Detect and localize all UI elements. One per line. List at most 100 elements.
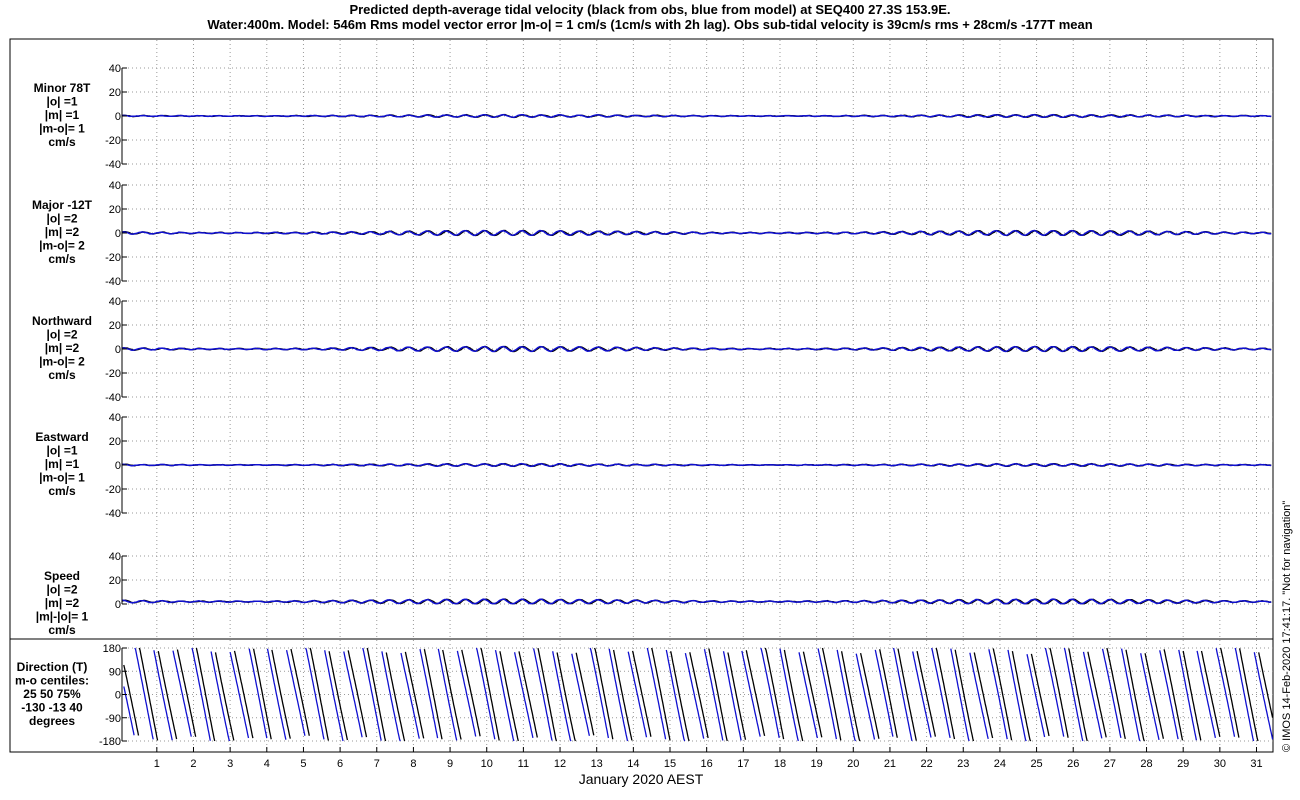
panel-label-line: Major -12T bbox=[32, 198, 93, 212]
panel-label-line: |m| =2 bbox=[45, 596, 80, 610]
x-tick-label: 18 bbox=[774, 758, 786, 770]
y-tick-label: 0 bbox=[115, 460, 121, 472]
x-tick-label: 11 bbox=[518, 758, 529, 770]
panel-label-line: 25 50 75% bbox=[23, 687, 81, 701]
y-tick-label: 0 bbox=[115, 599, 121, 611]
y-tick-label: -40 bbox=[105, 508, 121, 520]
y-tick-label: -20 bbox=[105, 368, 121, 380]
x-axis-label: January 2020 AEST bbox=[579, 771, 704, 787]
panel-label-line: Direction (T) bbox=[17, 660, 88, 674]
x-tick-label: 19 bbox=[811, 758, 823, 770]
panel-label-line: |m| =1 bbox=[45, 457, 80, 471]
x-tick-label: 3 bbox=[227, 758, 233, 770]
x-tick-label: 1 bbox=[154, 758, 160, 770]
y-tick-label: -90 bbox=[105, 713, 121, 725]
panel-label-line: |o| =2 bbox=[46, 212, 77, 226]
y-tick-label: 20 bbox=[109, 320, 121, 332]
panel-label-line: cm/s bbox=[48, 368, 76, 382]
panel-label-line: cm/s bbox=[48, 252, 76, 266]
y-tick-label: 90 bbox=[109, 666, 121, 678]
y-tick-label: 40 bbox=[109, 296, 121, 308]
panel-2-model-line bbox=[121, 345, 1272, 353]
panel-label-line: |m| =2 bbox=[45, 225, 80, 239]
panel-1-model-line bbox=[121, 229, 1272, 237]
y-tick-label: 180 bbox=[103, 643, 121, 655]
y-tick-label: 0 bbox=[115, 111, 121, 123]
grid-lines bbox=[128, 40, 1273, 751]
panel-label-line: -130 -13 40 bbox=[21, 701, 83, 715]
x-tick-label: 9 bbox=[447, 758, 453, 770]
y-tick-label: 20 bbox=[109, 436, 121, 448]
panel-label-line: Speed bbox=[44, 569, 80, 583]
panel-label-line: cm/s bbox=[48, 623, 76, 637]
panel-label-line: Eastward bbox=[35, 430, 88, 444]
x-tick-label: 26 bbox=[1067, 758, 1079, 770]
x-tick-label: 10 bbox=[481, 758, 493, 770]
x-tick-label: 31 bbox=[1250, 758, 1262, 770]
y-tick-label: -180 bbox=[99, 736, 121, 748]
panel-label-line: cm/s bbox=[48, 484, 76, 498]
upper-frame bbox=[9, 38, 1274, 640]
x-tick-label: 12 bbox=[554, 758, 566, 770]
y-tick-label: 20 bbox=[109, 204, 121, 216]
y-tick-label: -40 bbox=[105, 392, 121, 404]
panel-label-line: |o| =2 bbox=[46, 328, 77, 342]
y-tick-label: 0 bbox=[115, 690, 121, 702]
panel-label-line: Northward bbox=[32, 314, 92, 328]
panel-label-line: |o| =2 bbox=[46, 583, 77, 597]
x-tick-label: 21 bbox=[884, 758, 896, 770]
tidal-velocity-chart: Minor 78T|o| =1|m| =1|m-o|= 1cm/sMajor -… bbox=[9, 38, 1293, 787]
panel-label-line: |o| =1 bbox=[46, 444, 77, 458]
y-tick-label: 20 bbox=[109, 575, 121, 587]
panel-label-line: |m|-|o|= 1 bbox=[36, 610, 89, 624]
panel-label-line: |m-o|= 2 bbox=[39, 239, 85, 253]
y-tick-label: 40 bbox=[109, 551, 121, 563]
y-tick-label: -20 bbox=[105, 252, 121, 264]
y-tick-label: -40 bbox=[105, 276, 121, 288]
x-tick-label: 6 bbox=[337, 758, 343, 770]
y-tick-label: 20 bbox=[109, 87, 121, 99]
x-tick-label: 8 bbox=[410, 758, 416, 770]
x-tick-label: 5 bbox=[300, 758, 306, 770]
x-tick-label: 4 bbox=[264, 758, 270, 770]
panel-label-line: |m-o|= 1 bbox=[39, 471, 85, 485]
x-tick-label: 14 bbox=[627, 758, 639, 770]
y-tick-label: 40 bbox=[109, 412, 121, 424]
x-tick-label: 20 bbox=[847, 758, 859, 770]
panel-label-line: |m-o|= 2 bbox=[39, 355, 85, 369]
x-tick-label: 2 bbox=[190, 758, 196, 770]
y-tick-label: -20 bbox=[105, 484, 121, 496]
panel-labels: Minor 78T|o| =1|m| =1|m-o|= 1cm/sMajor -… bbox=[15, 81, 93, 728]
x-tick-label: 25 bbox=[1030, 758, 1042, 770]
x-tick-label: 22 bbox=[920, 758, 932, 770]
panel-label-line: Minor 78T bbox=[34, 81, 91, 95]
panel-label-line: |m| =1 bbox=[45, 108, 80, 122]
x-tick-label: 24 bbox=[994, 758, 1006, 770]
panel-label-line: cm/s bbox=[48, 135, 76, 149]
y-tick-label: 0 bbox=[115, 228, 121, 240]
x-tick-label: 30 bbox=[1214, 758, 1226, 770]
x-tick-label: 7 bbox=[374, 758, 380, 770]
x-tick-label: 23 bbox=[957, 758, 969, 770]
x-tick-label: 28 bbox=[1140, 758, 1152, 770]
x-tick-label: 29 bbox=[1177, 758, 1189, 770]
y-tick-label: 40 bbox=[109, 63, 121, 75]
x-tick-label: 27 bbox=[1104, 758, 1116, 770]
x-tick-label: 17 bbox=[737, 758, 749, 770]
credit-text: © IMOS 14-Feb-2020 17:41:17. "Not for na… bbox=[1281, 501, 1293, 752]
y-tick-label: -40 bbox=[105, 159, 121, 171]
panel-label-line: |o| =1 bbox=[46, 95, 77, 109]
panel-label-line: m-o centiles: bbox=[15, 674, 89, 688]
panel-4-model-line bbox=[121, 598, 1272, 605]
y-tick-label: 0 bbox=[115, 344, 121, 356]
panel-label-line: |m-o|= 1 bbox=[39, 122, 85, 136]
direction-frame bbox=[9, 638, 1274, 753]
panel-label-line: |m| =2 bbox=[45, 341, 80, 355]
x-tick-label: 13 bbox=[591, 758, 603, 770]
y-tick-label: 40 bbox=[109, 180, 121, 192]
panel-frames bbox=[9, 38, 1274, 753]
x-tick-label: 16 bbox=[701, 758, 713, 770]
x-tick-label: 15 bbox=[664, 758, 676, 770]
panel-label-line: degrees bbox=[29, 714, 75, 728]
y-tick-label: -20 bbox=[105, 135, 121, 147]
